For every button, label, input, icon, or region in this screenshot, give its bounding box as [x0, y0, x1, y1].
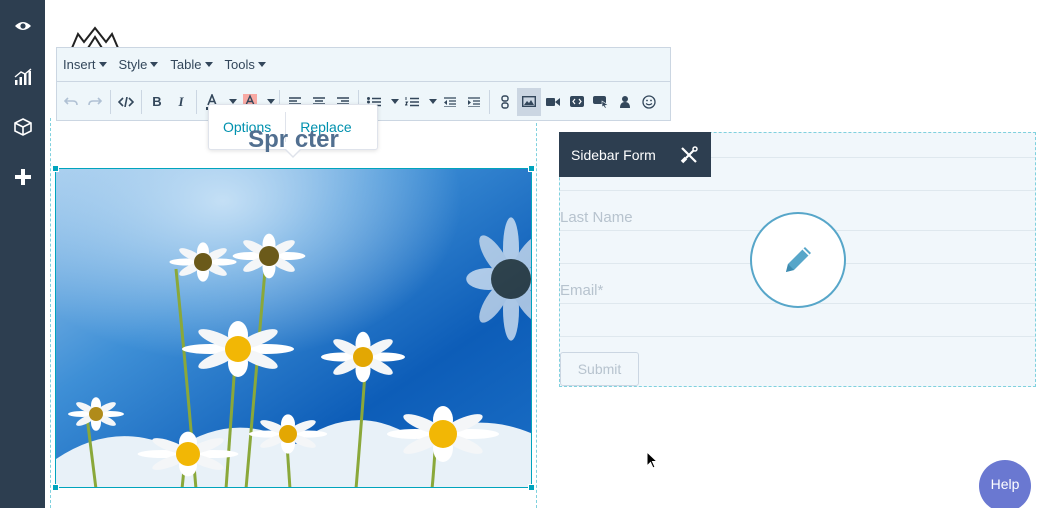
- bold-button[interactable]: B: [145, 88, 169, 116]
- form-field-line: [560, 336, 1035, 337]
- insert-cta-button[interactable]: [589, 88, 613, 116]
- chevron-down-icon: [98, 62, 107, 67]
- form-field-line: [560, 190, 1035, 191]
- toolbar-separator: [489, 89, 490, 114]
- chevron-down-icon: [428, 99, 437, 104]
- modules-button[interactable]: [8, 112, 37, 141]
- toolbar-separator: [110, 89, 111, 114]
- mouse-cursor-icon: [646, 451, 658, 469]
- numbered-list-icon: [405, 96, 419, 106]
- analytics-button[interactable]: [8, 62, 37, 91]
- sidebar-form-label: Sidebar Form: [571, 146, 656, 163]
- pencil-icon: [786, 247, 811, 272]
- italic-button[interactable]: I: [169, 88, 193, 116]
- redo-icon: [88, 96, 102, 105]
- smiley-icon: [642, 94, 656, 109]
- resize-handle-bottom-right[interactable]: [528, 484, 535, 491]
- source-code-button[interactable]: [114, 88, 138, 116]
- numbered-list-dropdown[interactable]: [424, 88, 438, 116]
- help-button[interactable]: Help: [979, 460, 1031, 508]
- image-module[interactable]: [55, 168, 532, 488]
- insert-emoji-button[interactable]: [637, 88, 661, 116]
- add-button[interactable]: [8, 162, 37, 191]
- toolbar-menu-row: Insert Style Table Tools: [57, 48, 670, 82]
- numbered-list-button[interactable]: [400, 88, 424, 116]
- indent-button[interactable]: [462, 88, 486, 116]
- cta-icon: [593, 95, 609, 108]
- resize-handle-bottom-left[interactable]: [52, 484, 59, 491]
- preview-button[interactable]: [8, 11, 37, 40]
- insert-image-button[interactable]: [517, 87, 541, 116]
- outdent-button[interactable]: [438, 88, 462, 116]
- insert-link-button[interactable]: [493, 88, 517, 116]
- person-icon: [620, 95, 630, 108]
- chevron-down-icon: [257, 62, 266, 67]
- indent-icon: [468, 96, 480, 107]
- italic-icon: I: [178, 93, 184, 109]
- embed-icon: [570, 96, 584, 107]
- embed-button[interactable]: [565, 88, 589, 116]
- left-rail: [0, 0, 45, 508]
- edit-module-button[interactable]: [750, 212, 846, 308]
- resize-handle-top-left[interactable]: [52, 165, 59, 172]
- bold-icon: B: [152, 94, 162, 109]
- toolbar-separator: [141, 89, 142, 114]
- outdent-icon: [444, 96, 456, 107]
- submit-button[interactable]: Submit: [560, 352, 639, 386]
- eye-icon: [14, 21, 31, 30]
- plus-icon: [14, 168, 31, 185]
- undo-button[interactable]: [59, 88, 83, 116]
- insert-video-button[interactable]: [541, 88, 565, 116]
- style-menu[interactable]: Style: [119, 57, 159, 72]
- last-name-label: Last Name: [560, 209, 633, 226]
- resize-handle-top-right[interactable]: [528, 165, 535, 172]
- tools-menu[interactable]: Tools: [225, 57, 266, 72]
- sidebar-form-tag: Sidebar Form: [559, 132, 711, 177]
- email-label: Email*: [560, 282, 604, 299]
- personalize-button[interactable]: [613, 88, 637, 116]
- daisies-image: [56, 169, 531, 487]
- bulleted-list-dropdown[interactable]: [386, 88, 400, 116]
- image-icon: [522, 96, 536, 107]
- chevron-down-icon: [204, 62, 213, 67]
- video-icon: [546, 97, 560, 106]
- table-menu[interactable]: Table: [170, 57, 213, 72]
- code-icon: [118, 96, 134, 107]
- link-icon: [501, 94, 509, 109]
- chart-icon: [14, 67, 31, 85]
- page-heading: Spr cter: [248, 126, 339, 153]
- chevron-down-icon: [390, 99, 399, 104]
- redo-button[interactable]: [83, 88, 107, 116]
- insert-menu[interactable]: Insert: [63, 57, 107, 72]
- undo-icon: [64, 96, 78, 105]
- lotus-logo: [71, 26, 119, 48]
- cube-icon: [13, 117, 32, 136]
- tools-icon[interactable]: [679, 145, 699, 165]
- chevron-down-icon: [150, 62, 159, 67]
- toolbar-separator: [196, 89, 197, 114]
